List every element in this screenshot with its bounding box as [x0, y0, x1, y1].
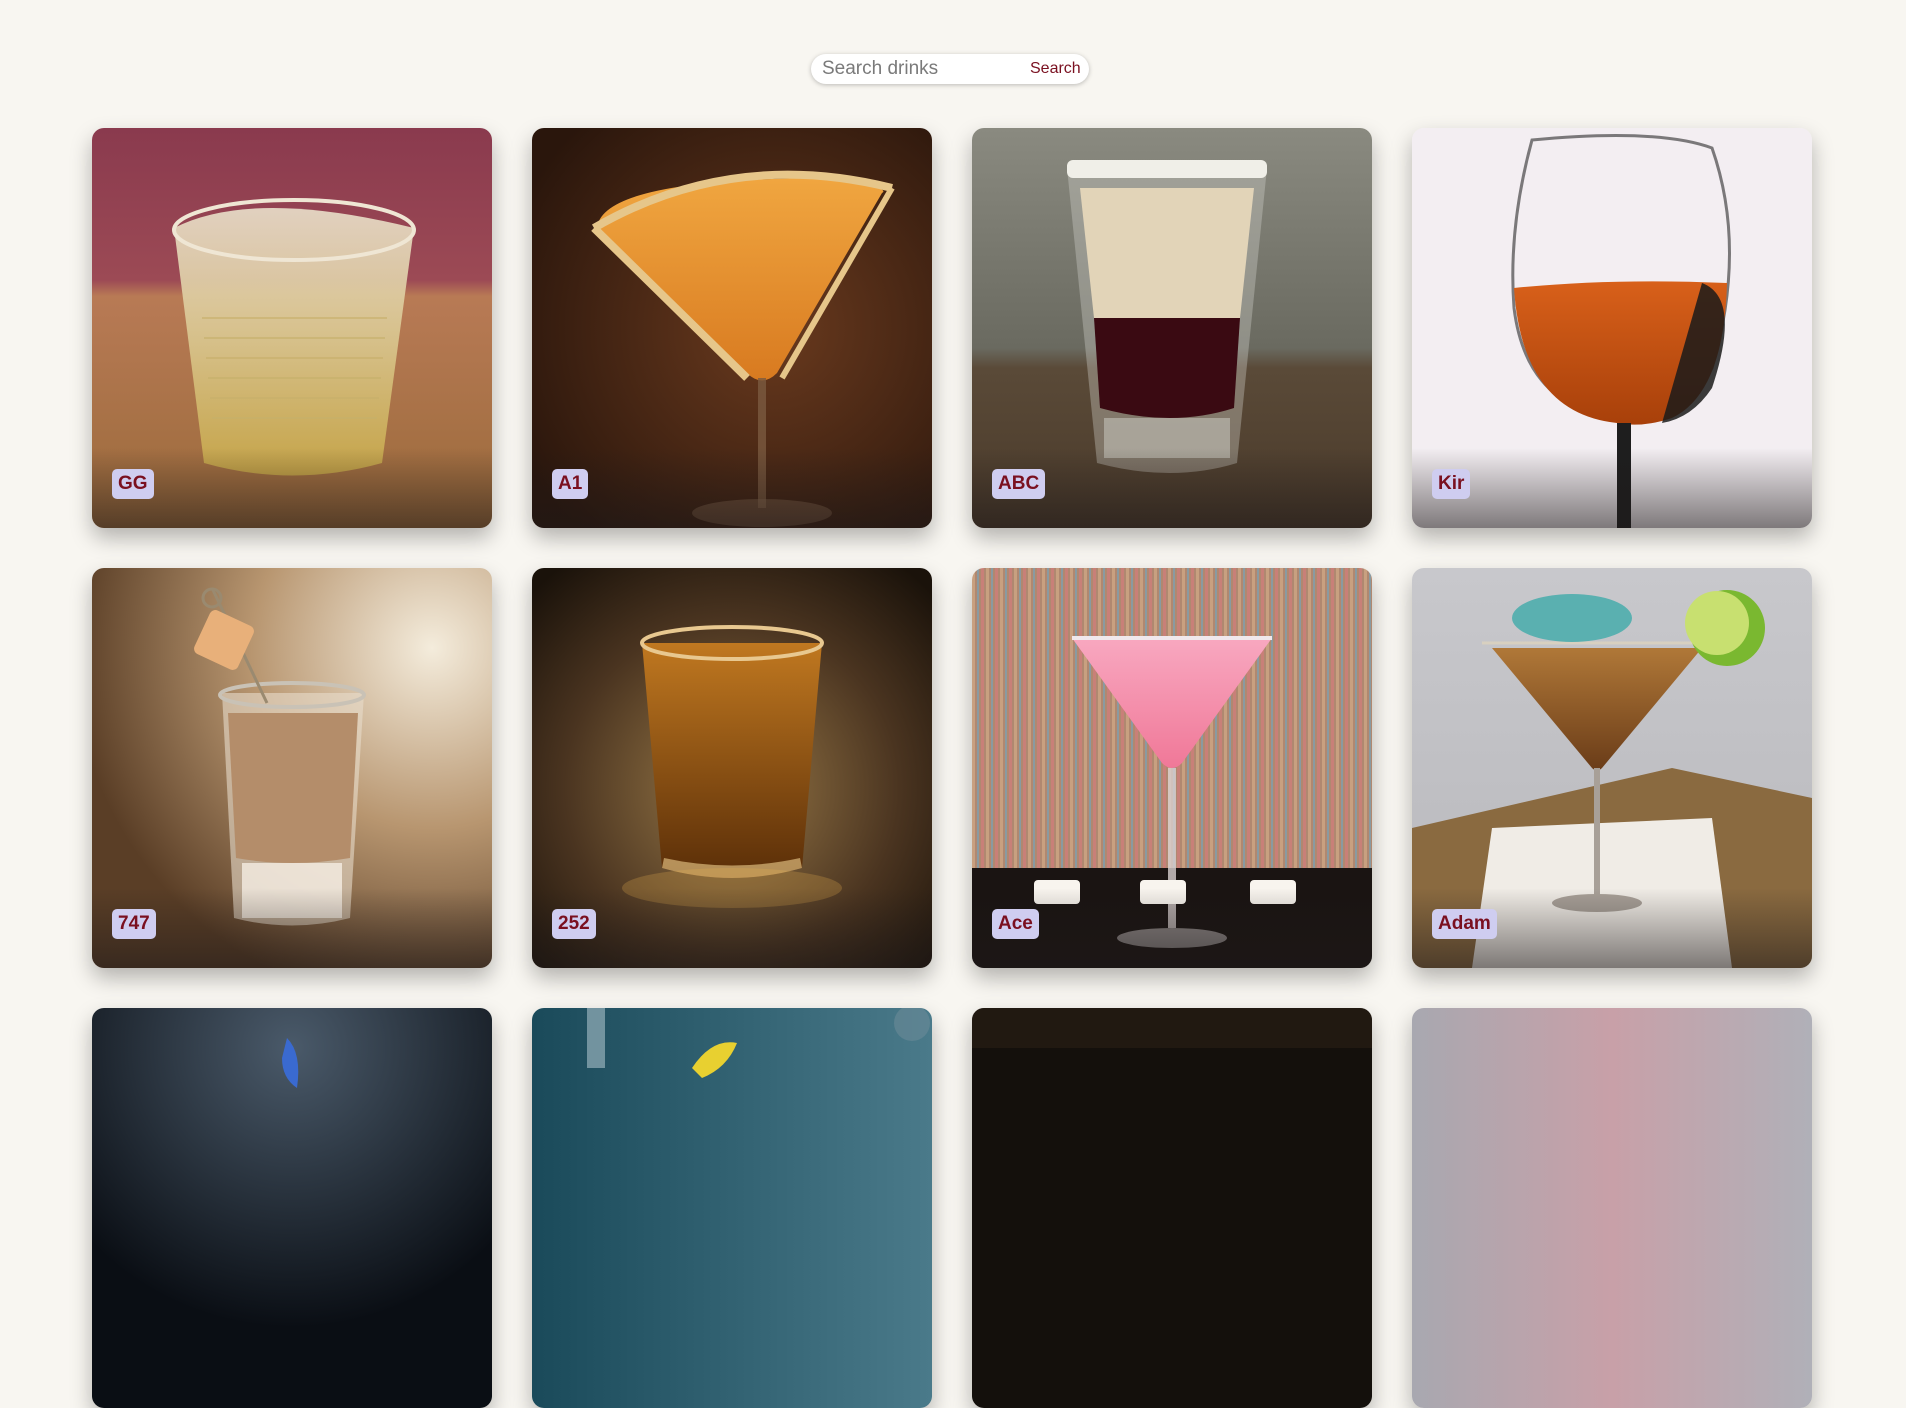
drink-card[interactable] — [532, 1008, 932, 1408]
search-bar: Search — [811, 54, 1089, 84]
drink-name: Ace — [992, 909, 1039, 939]
drink-card[interactable]: Ace — [972, 568, 1372, 968]
drink-card[interactable] — [1412, 1008, 1812, 1408]
drink-grid: GG A1 ABC Kir 747 252 Ace Adam — [92, 128, 1812, 1408]
drink-card[interactable]: Kir — [1412, 128, 1812, 528]
drink-photo — [1412, 1008, 1812, 1408]
drink-photo — [532, 1008, 932, 1408]
drink-name: Kir — [1432, 469, 1471, 499]
drink-photo — [972, 1008, 1372, 1408]
search-button[interactable]: Search — [1030, 55, 1081, 83]
drink-card[interactable]: Adam — [1412, 568, 1812, 968]
drink-name: GG — [112, 469, 154, 499]
drink-name: ABC — [992, 469, 1046, 499]
drink-photo — [92, 1008, 492, 1408]
search-input[interactable] — [811, 55, 1017, 83]
drink-card[interactable]: 747 — [92, 568, 492, 968]
drink-card[interactable]: A1 — [532, 128, 932, 528]
drink-name: Adam — [1432, 909, 1497, 939]
drink-card[interactable]: 252 — [532, 568, 932, 968]
drink-name: A1 — [552, 469, 589, 499]
drink-card[interactable] — [972, 1008, 1372, 1408]
drink-card[interactable]: GG — [92, 128, 492, 528]
drink-card[interactable] — [92, 1008, 492, 1408]
drink-name: 747 — [112, 909, 156, 939]
drink-name: 252 — [552, 909, 596, 939]
drink-card[interactable]: ABC — [972, 128, 1372, 528]
